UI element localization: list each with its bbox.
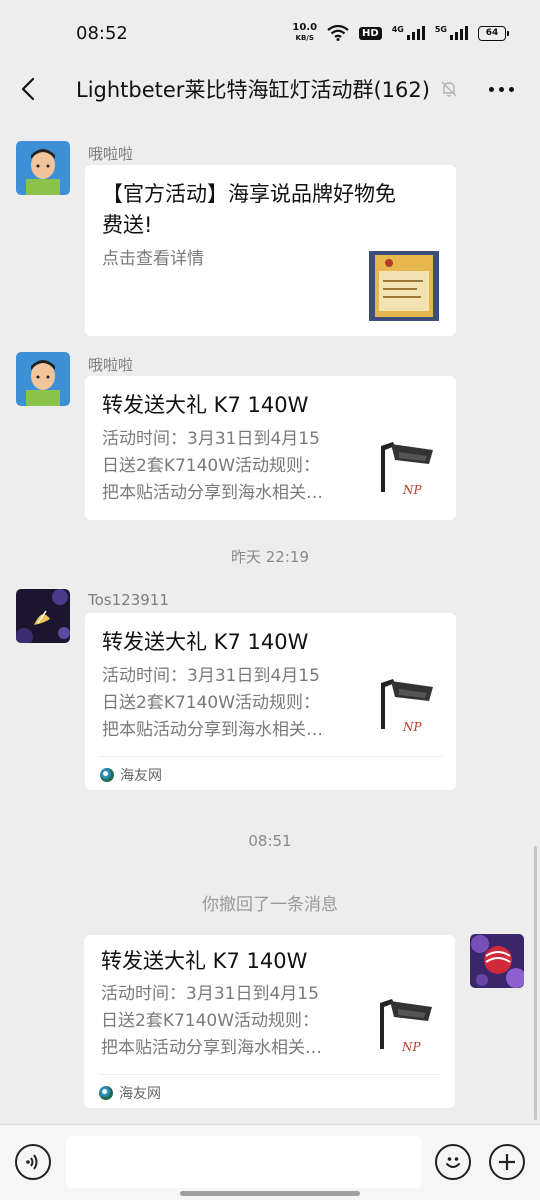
back-button[interactable] — [0, 66, 56, 112]
sender-name: 哦啦啦 — [88, 145, 134, 163]
chat-title: Lightbeter莱比特海缸灯活动群(162) — [76, 78, 430, 102]
wifi-icon — [327, 25, 349, 41]
card-divider — [98, 1074, 441, 1075]
link-card[interactable]: 转发送大礼 K7 140W 活动时间：3月31日到4月15 日送2套K7140W… — [85, 613, 456, 790]
avatar[interactable] — [16, 141, 70, 195]
card-title: 转发送大礼 K7 140W — [102, 393, 309, 417]
voice-icon — [26, 1154, 38, 1170]
card-title: 转发送大礼 K7 140W — [102, 630, 309, 654]
card-desc: 活动时间：3月31日到4月15 日送2套K7140W活动规则： 把本贴活动分享到… — [102, 429, 323, 503]
hd-badge: HD — [359, 26, 382, 40]
scrollbar[interactable] — [534, 846, 537, 1120]
aquarium-light-thumbnail: NP — [381, 679, 433, 734]
emoji-button[interactable] — [435, 1144, 471, 1180]
back-arrow-icon — [21, 77, 35, 101]
source-name: 海友网 — [119, 1086, 161, 1102]
sender-name: Tos123911 — [88, 591, 169, 609]
avatar[interactable] — [16, 589, 70, 643]
timestamp: 08:51 — [248, 832, 292, 850]
recall-notice: 你撤回了一条消息 — [202, 895, 338, 915]
product-box-thumbnail — [369, 251, 439, 321]
card-title: 【官方活动】海享说品牌好物免 费送! — [102, 179, 396, 241]
card-source: 海友网 — [99, 1083, 161, 1103]
battery-icon: 64 — [478, 25, 509, 41]
card-desc: 点击查看详情 — [102, 249, 204, 269]
input-bar — [0, 1124, 540, 1200]
status-bar: 08:52 10.0 KB/S HD 4G 5G 64 — [0, 0, 540, 66]
source-logo-icon — [100, 768, 114, 782]
sim2-tag: 5G — [434, 25, 447, 34]
card-title-line: 【官方活动】海享说品牌好物免 — [102, 182, 396, 206]
source-name: 海友网 — [120, 768, 162, 784]
signal-sim1-icon: 4G — [392, 26, 425, 40]
card-desc: 活动时间：3月31日到4月15 日送2套K7140W活动规则： 把本贴活动分享到… — [102, 666, 323, 740]
more-button[interactable] — [484, 74, 518, 104]
svg-text:NP: NP — [401, 1040, 422, 1054]
timestamp: 昨天 22:19 — [231, 548, 309, 566]
signal-sim2-icon: 5G — [435, 26, 468, 40]
status-icons: 10.0 KB/S HD 4G 5G 64 — [292, 23, 509, 43]
network-speed-unit: KB/S — [295, 34, 314, 42]
emoji-icon — [446, 1157, 460, 1168]
home-indicator[interactable] — [180, 1191, 360, 1196]
card-title-line: 费送! — [102, 213, 153, 237]
voice-button[interactable] — [15, 1144, 51, 1180]
status-time: 08:52 — [76, 22, 128, 44]
card-desc: 活动时间：3月31日到4月15 日送2套K7140W活动规则： 把本贴活动分享到… — [101, 984, 322, 1058]
avatar[interactable] — [16, 352, 70, 406]
plus-icon — [499, 1154, 515, 1170]
link-card[interactable]: 【官方活动】海享说品牌好物免 费送! 点击查看详情 — [85, 165, 456, 336]
message-input[interactable] — [66, 1136, 421, 1188]
link-card[interactable]: 转发送大礼 K7 140W 活动时间：3月31日到4月15 日送2套K7140W… — [85, 376, 456, 520]
avatar[interactable] — [470, 934, 524, 988]
card-source: 海友网 — [100, 765, 162, 785]
chat-header: Lightbeter莱比特海缸灯活动群(162) — [0, 66, 540, 112]
plus-button[interactable] — [489, 1144, 525, 1180]
battery-level: 64 — [485, 28, 499, 38]
sim1-tag: 4G — [391, 25, 404, 34]
card-divider — [99, 756, 442, 757]
network-speed-value: 10.0 — [292, 22, 318, 33]
aquarium-light-thumbnail: NP — [381, 442, 433, 497]
source-logo-icon — [99, 1086, 113, 1100]
more-dots-icon — [488, 86, 494, 92]
network-speed: 10.0 KB/S — [292, 23, 317, 43]
svg-text:NP: NP — [402, 483, 423, 497]
card-title: 转发送大礼 K7 140W — [101, 949, 308, 973]
link-card[interactable]: 转发送大礼 K7 140W 活动时间：3月31日到4月15 日送2套K7140W… — [84, 935, 455, 1108]
aquarium-light-thumbnail: NP — [380, 999, 432, 1054]
sender-name: 哦啦啦 — [88, 356, 134, 374]
bell-off-icon — [441, 81, 457, 97]
svg-text:NP: NP — [402, 720, 423, 734]
